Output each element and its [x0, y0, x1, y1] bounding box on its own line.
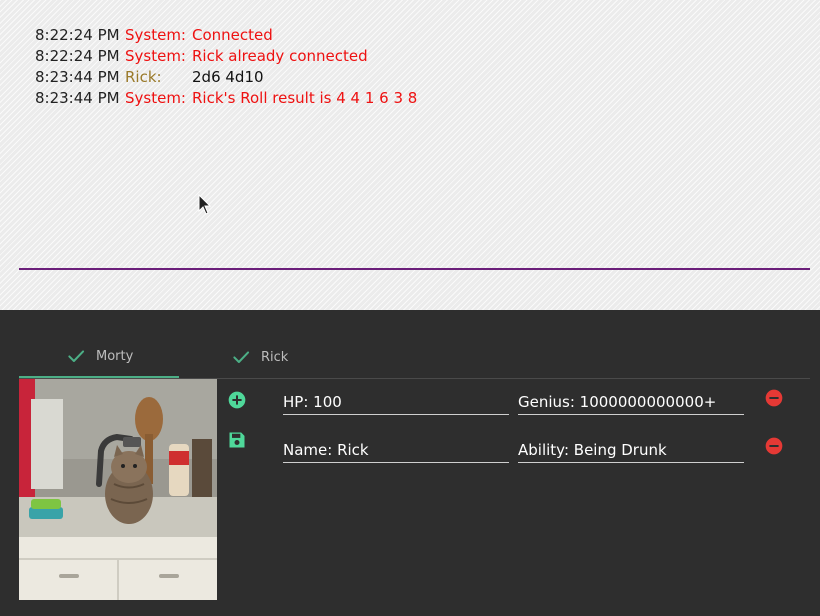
remove-circle-icon[interactable]: [764, 388, 784, 408]
name-field[interactable]: Name: Rick: [283, 429, 509, 463]
chat-message: 2d6 4d10: [192, 68, 264, 86]
chat-sender: System:: [125, 89, 186, 107]
cat-in-sink-photo: [19, 379, 217, 600]
chat-message: Rick's Roll result is 4 4 1 6 3 8: [192, 89, 418, 107]
character-photo: [19, 379, 217, 600]
chat-message: Rick already connected: [192, 47, 368, 65]
name-field-value: Name: Rick: [283, 441, 369, 459]
tab-morty[interactable]: Morty: [19, 336, 179, 378]
character-panel: Morty Rick HP: 100 Genius: 1000000000000…: [0, 310, 820, 616]
chat-line: 8:23:44 PM System: Rick's Roll result is…: [35, 88, 417, 109]
tab-label: Morty: [96, 348, 134, 364]
chat-sender: Rick:: [125, 68, 162, 86]
chat-divider: [19, 268, 810, 270]
mouse-cursor-icon: [198, 194, 212, 215]
chat-time: 8:22:24 PM: [35, 47, 120, 65]
chat-line: 8:22:24 PM System: Rick already connecte…: [35, 46, 417, 67]
chat-line: 8:23:44 PM Rick: 2d6 4d10: [35, 67, 417, 88]
tab-rick[interactable]: Rick: [179, 336, 339, 378]
ability-field-value: Ability: Being Drunk: [518, 441, 667, 459]
chat-time: 8:22:24 PM: [35, 26, 120, 44]
chat-log: 8:22:24 PM System: Connected 8:22:24 PM …: [35, 25, 417, 109]
genius-field[interactable]: Genius: 1000000000000+: [518, 381, 744, 415]
chat-time: 8:23:44 PM: [35, 89, 120, 107]
chat-time: 8:23:44 PM: [35, 68, 120, 86]
ability-field[interactable]: Ability: Being Drunk: [518, 429, 744, 463]
check-icon: [233, 351, 250, 363]
character-tabs: Morty Rick: [19, 336, 810, 379]
chat-panel: 8:22:24 PM System: Connected 8:22:24 PM …: [0, 0, 820, 310]
genius-field-value: Genius: 1000000000000+: [518, 393, 717, 411]
add-circle-icon[interactable]: [227, 390, 247, 410]
hp-field-value: HP: 100: [283, 393, 342, 411]
chat-sender: System:: [125, 47, 186, 65]
check-icon: [68, 350, 85, 362]
chat-message: Connected: [192, 26, 273, 44]
save-icon[interactable]: [227, 430, 247, 450]
remove-circle-icon[interactable]: [764, 436, 784, 456]
tab-label: Rick: [261, 349, 289, 365]
chat-sender: System:: [125, 26, 186, 44]
hp-field[interactable]: HP: 100: [283, 381, 509, 415]
chat-line: 8:22:24 PM System: Connected: [35, 25, 417, 46]
